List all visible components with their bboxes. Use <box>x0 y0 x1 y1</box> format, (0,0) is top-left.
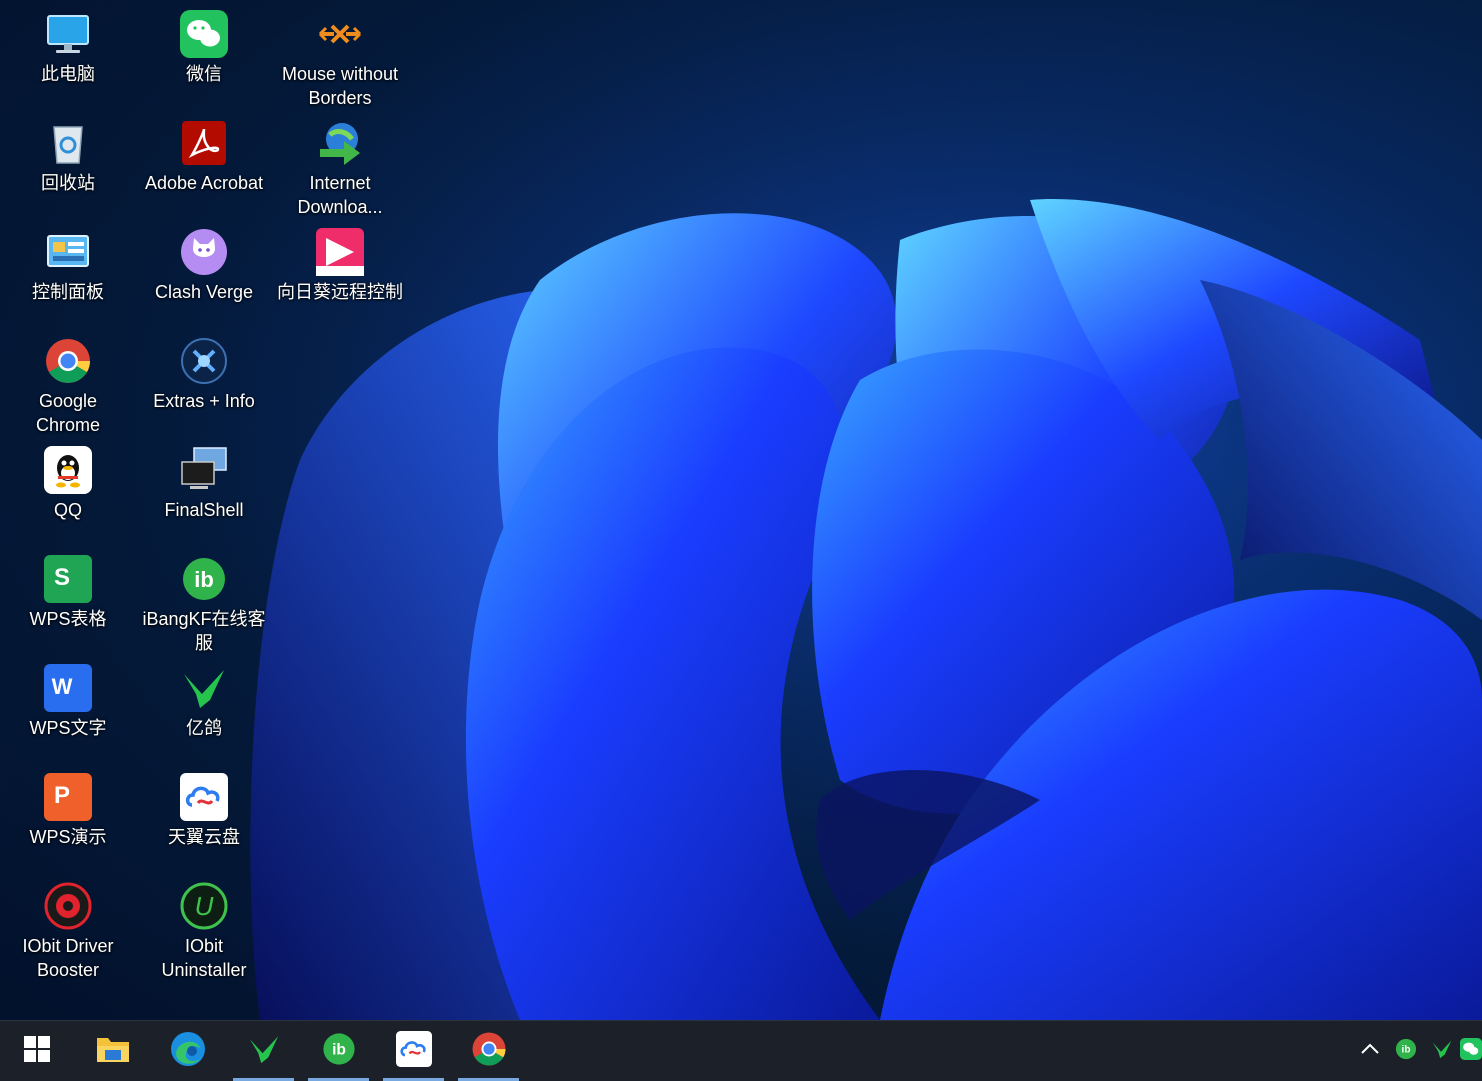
desktop-icon-label: 控制面板 <box>32 282 104 302</box>
wechat-icon <box>180 10 228 58</box>
desktop-icon-label: FinalShell <box>164 500 244 520</box>
file-explorer-icon <box>96 1034 130 1069</box>
this-pc-icon <box>44 10 92 58</box>
sunlogin-icon <box>316 228 364 276</box>
svg-text:U: U <box>195 891 214 921</box>
tray-wechat[interactable] <box>1460 1021 1482 1081</box>
desktop-icon-label: IObit Driver Booster <box>22 936 114 980</box>
desktop-icon-label: IObit Uninstaller <box>161 936 247 980</box>
desktop-icon-wps-sheets[interactable]: S WPS表格 <box>3 549 133 631</box>
yige-icon <box>180 664 228 712</box>
chrome-icon <box>471 1031 507 1072</box>
desktop-icon-driver-booster[interactable]: IObit Driver Booster <box>3 876 133 982</box>
svg-text:P: P <box>54 782 70 809</box>
yige-icon <box>245 1032 283 1071</box>
taskbar-file-explorer[interactable] <box>82 1021 143 1081</box>
ibangkf-icon: ib <box>180 555 228 603</box>
desktop-icon-label: 天翼云盘 <box>168 827 240 847</box>
desktop-icon-iobit-uninstaller[interactable]: U IObit Uninstaller <box>139 876 269 982</box>
desktop-icon-extras-info[interactable]: Extras + Info <box>139 331 269 413</box>
show-hidden-icons-button[interactable] <box>1352 1021 1388 1081</box>
svg-text:W: W <box>52 674 73 699</box>
acrobat-icon <box>180 119 228 167</box>
desktop-icon-label: 向日葵远程控制 <box>277 282 403 302</box>
system-tray: ib <box>1352 1021 1482 1081</box>
windows-start-icon <box>23 1035 50 1067</box>
desktop-icon-label: WPS演示 <box>29 827 107 847</box>
desktop-icon-label: Internet Downloa... <box>297 173 383 217</box>
start-button[interactable] <box>6 1021 67 1081</box>
wps-sheets-icon: S <box>44 555 92 603</box>
svg-text:ib: ib <box>194 567 214 592</box>
ibangkf-icon: ib <box>1395 1038 1417 1065</box>
desktop-icon-wps-presentation[interactable]: P WPS演示 <box>3 767 133 849</box>
desktop-icon-label: Extras + Info <box>153 391 255 411</box>
ibangkf-icon: ib <box>322 1032 356 1071</box>
desktop-icon-google-chrome[interactable]: Google Chrome <box>3 331 133 437</box>
desktop-icon-label: 回收站 <box>41 173 95 193</box>
internet-download-manager-icon <box>316 119 364 167</box>
taskbar-chrome[interactable] <box>458 1021 519 1081</box>
wps-presentation-icon: P <box>44 773 92 821</box>
taskbar: ib ib <box>0 1020 1482 1081</box>
desktop-icon-recycle-bin[interactable]: 回收站 <box>3 113 133 195</box>
chrome-icon <box>44 337 92 385</box>
desktop-icon-label: QQ <box>53 500 82 520</box>
control-panel-icon <box>44 228 92 276</box>
desktop-icon-label: Google Chrome <box>35 391 101 435</box>
desktop-icon-adobe-acrobat[interactable]: Adobe Acrobat <box>139 113 269 195</box>
taskbar-yige[interactable] <box>233 1021 294 1081</box>
desktop-icon-label: Clash Verge <box>154 282 254 302</box>
desktop-icon-this-pc[interactable]: 此电脑 <box>3 4 133 86</box>
desktop-icon-ibangkf[interactable]: ib iBangKF在线客服 <box>139 549 269 655</box>
desktop-icon-label: WPS表格 <box>29 609 107 629</box>
desktop-icon-label: 亿鸽 <box>186 718 222 738</box>
yige-icon <box>1430 1038 1454 1065</box>
tianyi-cloud-icon <box>395 1030 432 1072</box>
desktop-icon-sunlogin[interactable]: 向日葵远程控制 <box>275 222 405 304</box>
recycle-bin-icon <box>44 119 92 167</box>
svg-text:S: S <box>54 564 70 591</box>
desktop-icon-tianyi-cloud[interactable]: 天翼云盘 <box>139 767 269 849</box>
desktop-icon-area: 此电脑 回收站 控制面板 Google Chrome QQ S WPS表格 W … <box>0 0 1482 1020</box>
desktop-icon-qq[interactable]: QQ <box>3 440 133 522</box>
svg-text:ib: ib <box>1402 1044 1411 1055</box>
qq-icon <box>44 446 92 494</box>
clash-verge-icon <box>180 228 228 276</box>
desktop-icon-finalshell[interactable]: FinalShell <box>139 440 269 522</box>
desktop-icon-label: WPS文字 <box>29 718 107 738</box>
desktop-icon-label: iBangKF在线客服 <box>142 609 266 653</box>
desktop-icon-label: 此电脑 <box>41 64 95 84</box>
tray-ibangkf[interactable]: ib <box>1388 1021 1424 1081</box>
finalshell-icon <box>180 446 228 494</box>
desktop-icon-clash-verge[interactable]: Clash Verge <box>139 222 269 304</box>
desktop-icon-yige[interactable]: 亿鸽 <box>139 658 269 740</box>
mouse-without-borders-icon <box>316 10 364 58</box>
desktop-icon-wps-writer[interactable]: W WPS文字 <box>3 658 133 740</box>
chevron-up-icon <box>1360 1042 1380 1060</box>
wps-writer-icon: W <box>44 664 92 712</box>
wechat-icon <box>1460 1037 1482 1065</box>
desktop-icon-control-panel[interactable]: 控制面板 <box>3 222 133 304</box>
svg-text:ib: ib <box>332 1041 346 1058</box>
iobit-uninstaller-icon: U <box>180 882 228 930</box>
desktop-icon-label: 微信 <box>186 64 222 84</box>
desktop-icon-label: Adobe Acrobat <box>144 173 264 193</box>
taskbar-ibangkf[interactable]: ib <box>308 1021 369 1081</box>
tianyi-cloud-icon <box>180 773 228 821</box>
taskbar-tianyi-cloud[interactable] <box>383 1021 444 1081</box>
desktop-icon-label: Mouse without Borders <box>281 64 399 108</box>
edge-icon <box>170 1031 206 1072</box>
tray-yige[interactable] <box>1424 1021 1460 1081</box>
extras-info-icon <box>180 337 228 385</box>
driver-booster-icon <box>44 882 92 930</box>
taskbar-edge[interactable] <box>157 1021 218 1081</box>
desktop-icon-wechat[interactable]: 微信 <box>139 4 269 86</box>
desktop-icon-internet-download-manager[interactable]: Internet Downloa... <box>275 113 405 219</box>
desktop-icon-mouse-without-borders[interactable]: Mouse without Borders <box>275 4 405 110</box>
